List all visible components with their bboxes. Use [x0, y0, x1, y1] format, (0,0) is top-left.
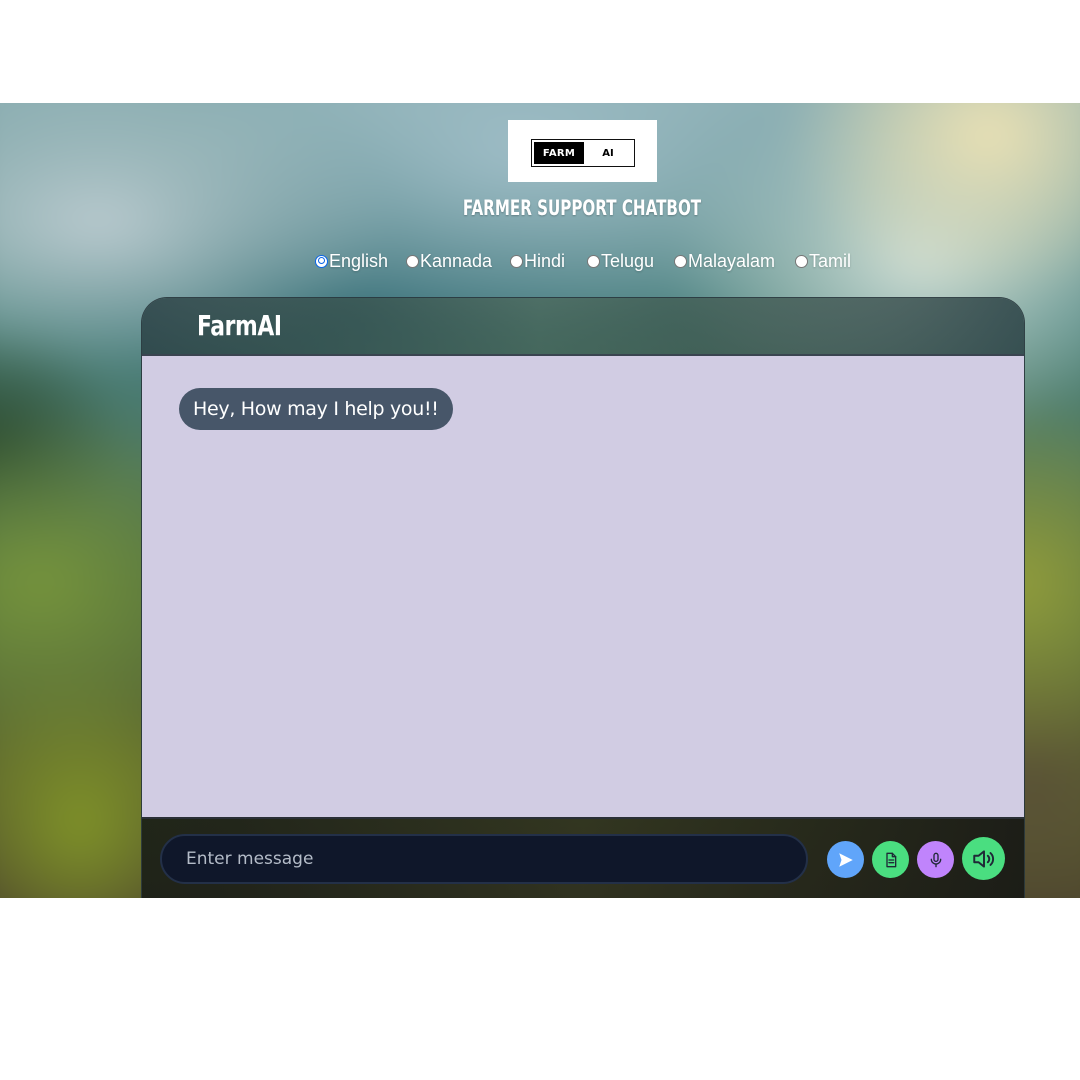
microphone-icon [930, 852, 941, 867]
language-label: English [329, 251, 389, 271]
logo: FARM AI [508, 120, 657, 182]
send-icon [838, 852, 853, 867]
radio-hindi[interactable] [510, 254, 523, 268]
language-label: Kannada [420, 251, 493, 271]
radio-english[interactable] [315, 254, 328, 268]
radio-telugu[interactable] [587, 254, 600, 268]
language-option-tamil[interactable]: Tamil [795, 249, 851, 273]
radio-malayalam[interactable] [674, 254, 687, 268]
radio-tamil[interactable] [795, 254, 808, 268]
language-option-malayalam[interactable]: Malayalam [674, 249, 775, 273]
language-option-kannada[interactable]: Kannada [406, 249, 492, 273]
radio-kannada[interactable] [406, 254, 419, 268]
language-option-telugu[interactable]: Telugu [587, 249, 654, 273]
language-selector: English Kannada Hindi Telugu Malayalam T… [0, 249, 1080, 273]
language-label: Hindi [524, 251, 566, 271]
logo-farm-text: FARM [534, 142, 584, 164]
page-title: FARMER SUPPORT CHATBOT [462, 196, 702, 220]
speaker-icon [972, 849, 994, 868]
document-button[interactable] [872, 841, 909, 878]
language-option-hindi[interactable]: Hindi [510, 249, 565, 273]
language-option-english[interactable]: English [315, 249, 388, 273]
logo-ai-text: AI [602, 147, 614, 159]
message-input[interactable] [160, 834, 808, 884]
chat-input-bar [142, 817, 1024, 898]
chat-header: FarmAI [142, 298, 1024, 356]
language-label: Tamil [809, 251, 852, 271]
send-button[interactable] [827, 841, 864, 878]
speaker-button[interactable] [962, 837, 1005, 880]
chat-messages-area[interactable]: Hey, How may I help you!! [142, 356, 1024, 817]
bot-message-bubble: Hey, How may I help you!! [179, 388, 453, 430]
logo-frame: FARM AI [531, 139, 635, 167]
microphone-button[interactable] [917, 841, 954, 878]
document-icon [885, 852, 896, 867]
chat-header-title: FarmAI [197, 309, 282, 342]
language-label: Malayalam [688, 251, 776, 271]
chat-window: FarmAI Hey, How may I help you!! [141, 297, 1025, 898]
language-label: Telugu [601, 251, 655, 271]
